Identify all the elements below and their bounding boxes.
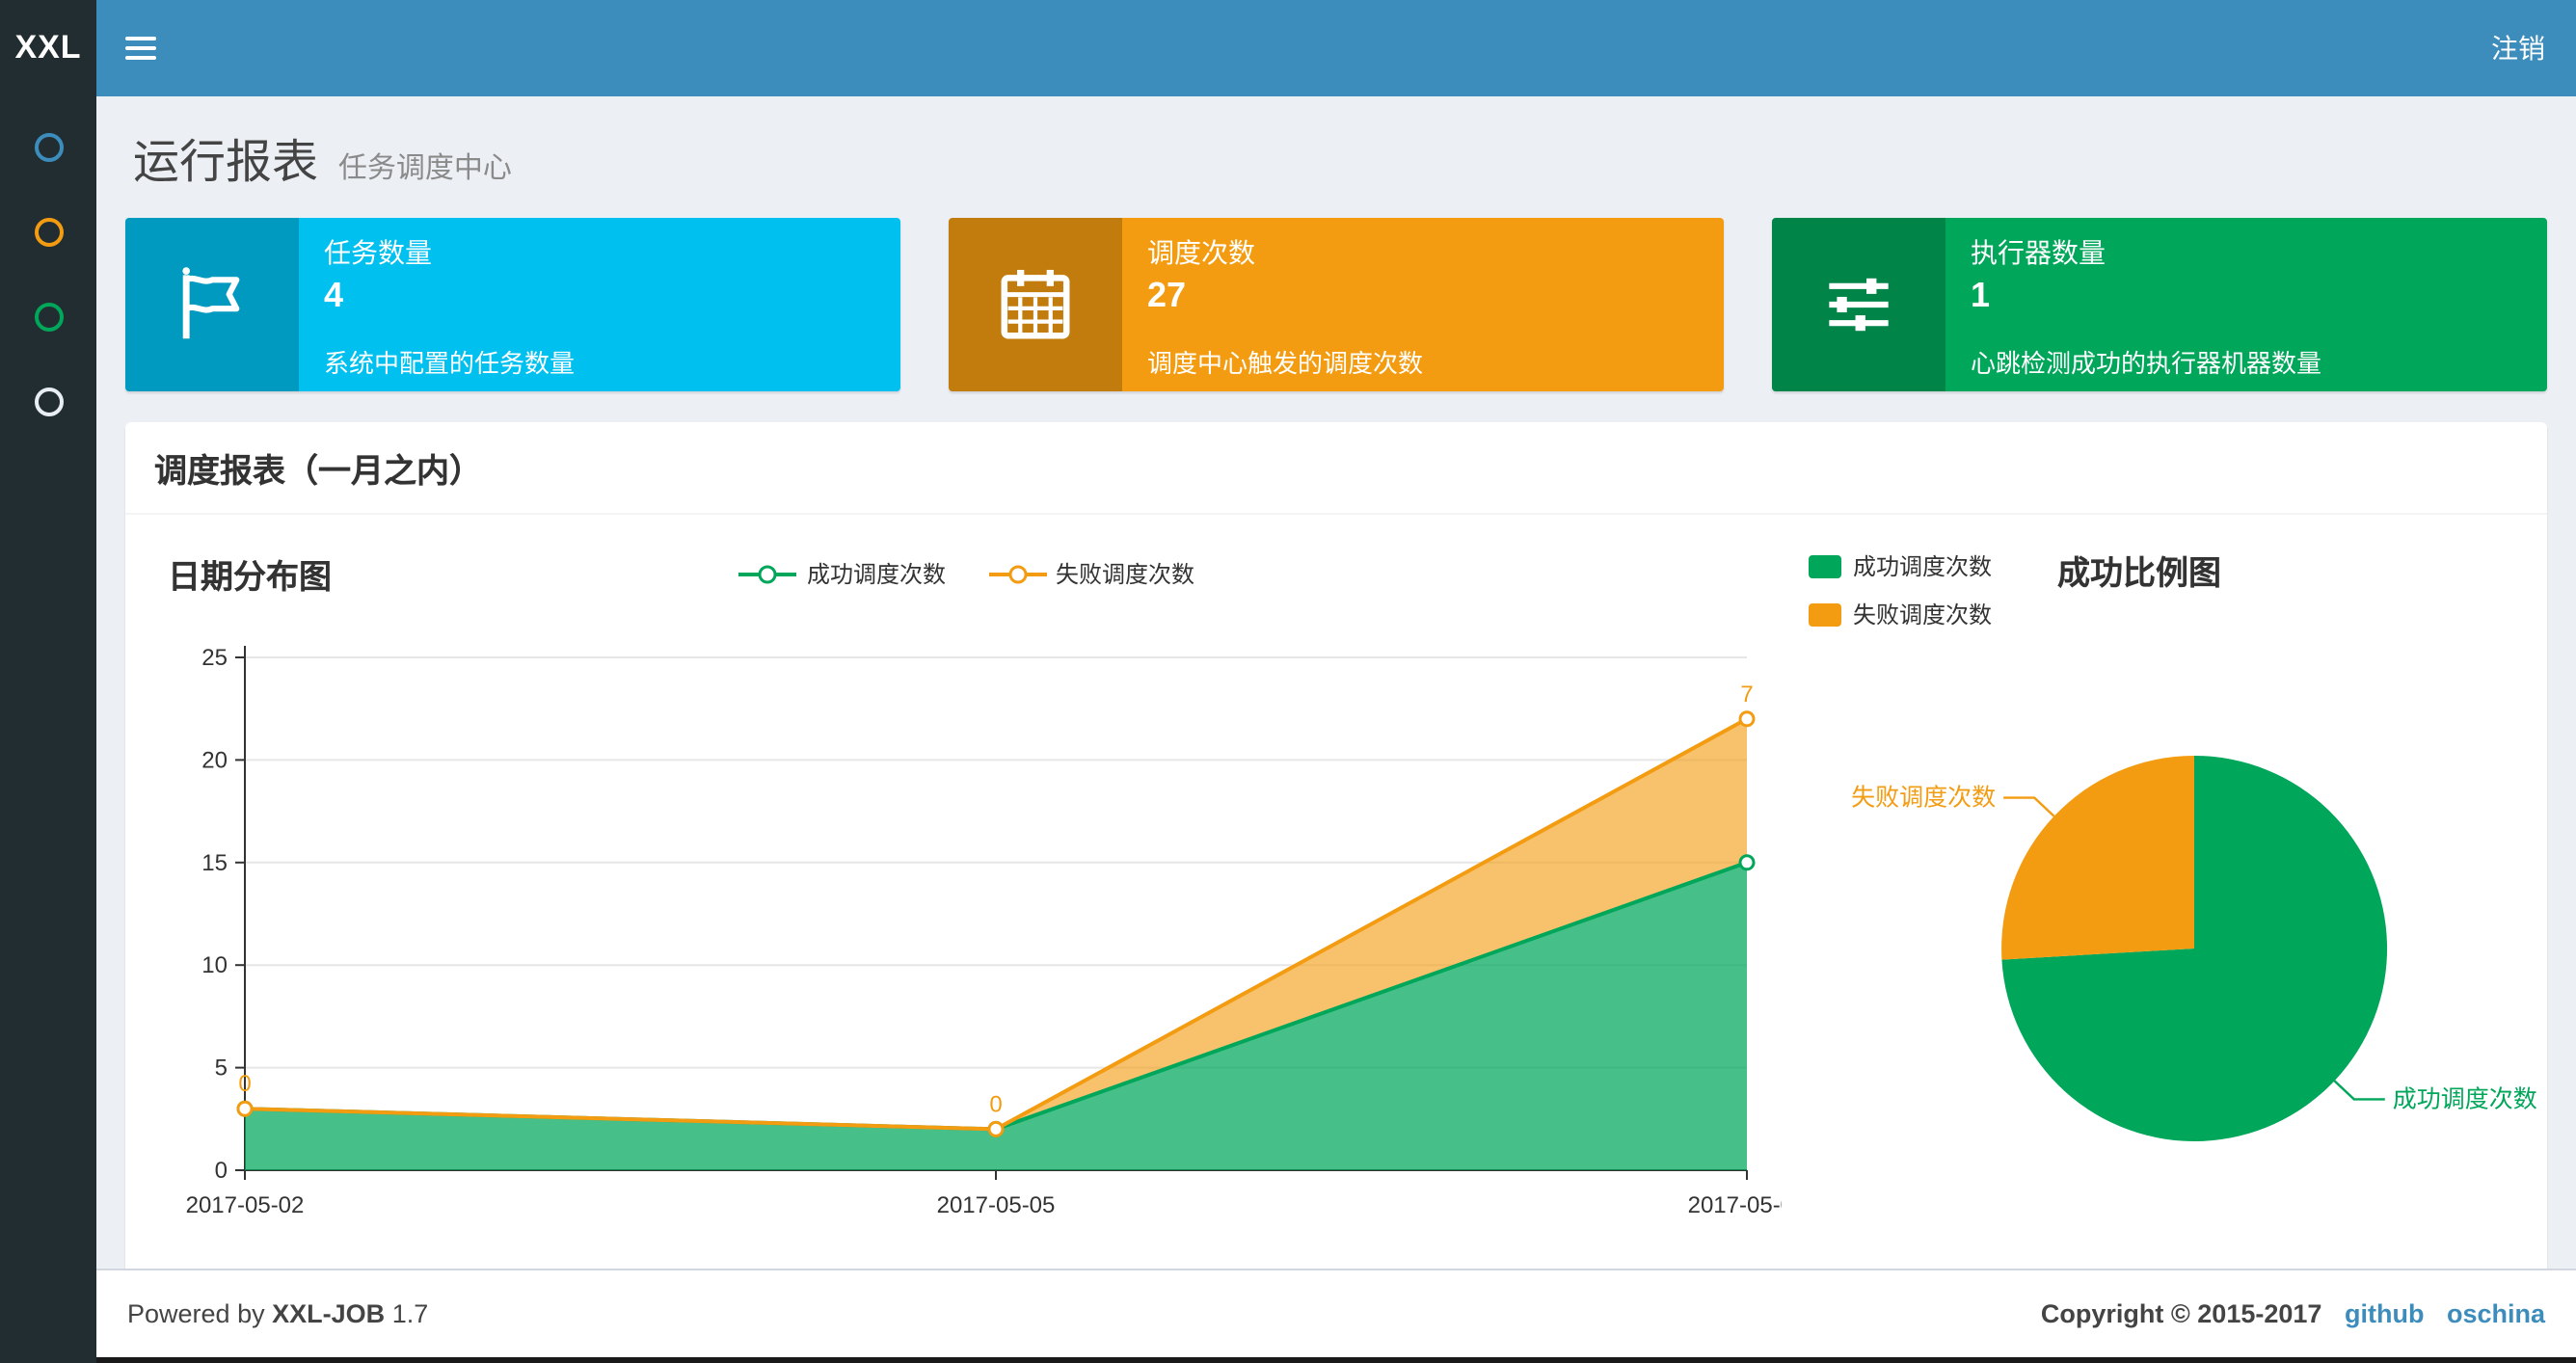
- sidebar-toggle-button[interactable]: [96, 0, 185, 96]
- info-box-trigger-count: 调度次数 27 调度中心触发的调度次数: [949, 218, 1724, 391]
- legend-label: 失败调度次数: [1056, 561, 1195, 588]
- copyright-text: Copyright © 2015-2017 github oschina: [2040, 1299, 2545, 1328]
- svg-text:5: 5: [215, 1056, 228, 1082]
- legend-item-fail[interactable]: 失败调度次数: [988, 557, 1194, 590]
- svg-text:0: 0: [238, 1071, 251, 1097]
- svg-text:10: 10: [201, 952, 228, 978]
- circle-icon: [34, 387, 63, 415]
- circle-icon: [34, 217, 63, 246]
- legend-swatch: [1809, 602, 1841, 626]
- sidebar-item-job-log[interactable]: [0, 274, 96, 359]
- info-box-executor-count: 执行器数量 1 心跳检测成功的执行器机器数量: [1772, 218, 2547, 391]
- info-box-number: 4: [324, 275, 344, 313]
- info-box-job-count: 任务数量 4 系统中配置的任务数量: [125, 218, 900, 391]
- svg-text:失败调度次数: 失败调度次数: [1851, 785, 1996, 812]
- pie-chart-legend: 成功调度次数 失败调度次数: [1809, 546, 1992, 630]
- info-box-content: 调度次数 27 调度中心触发的调度次数: [1122, 218, 1724, 391]
- svg-text:25: 25: [201, 645, 228, 671]
- footer: Powered by XXL-JOB 1.7 Copyright © 2015-…: [96, 1269, 2576, 1357]
- date-distribution-chart: 05101520252017-05-022017-05-052017-05-08…: [186, 645, 1807, 1218]
- info-box-number: 1: [1971, 275, 1991, 313]
- date-distribution-chart-area: 日期分布图 成功调度次数 失败调度次数 0 5 10 15 20 25 2017…: [152, 538, 1807, 1249]
- logout-link[interactable]: 注销: [2460, 0, 2576, 96]
- svg-text:0: 0: [215, 1158, 228, 1184]
- info-box-label: 调度次数: [1147, 236, 1255, 267]
- svg-text:成功调度次数: 成功调度次数: [2393, 1085, 2537, 1112]
- svg-text:7: 7: [1740, 682, 1753, 708]
- svg-text:0: 0: [989, 1091, 1002, 1117]
- sidebar-item-job-manage[interactable]: [0, 189, 96, 274]
- brand-name: XXL-JOB: [272, 1299, 386, 1328]
- pie-chart-header: 成功调度次数 失败调度次数 成功比例图: [1809, 538, 2561, 630]
- flag-icon: [125, 218, 299, 391]
- success-ratio-pie-chart: 成功调度次数 失败调度次数: [1851, 756, 2537, 1141]
- navbar: 注销: [96, 0, 2576, 96]
- svg-text:2017-05-02: 2017-05-02: [186, 1192, 305, 1218]
- summary-info-boxes: 任务数量 4 系统中配置的任务数量 调度次数 27 调度中心触发的调度次数 执行…: [125, 218, 2547, 391]
- top-navbar: XXL 注销: [0, 0, 2576, 96]
- powered-by-text: Powered by XXL-JOB 1.7: [127, 1299, 429, 1328]
- line-marker-icon: [738, 564, 797, 583]
- xxl-job-dashboard: XXL 注销 运行报表 任务调度中心 任务数量 4 系统中配置的任务数量 调度次…: [0, 0, 2576, 1363]
- info-box-description: 调度中心触发的调度次数: [1147, 348, 1424, 377]
- panel-body: 日期分布图 成功调度次数 失败调度次数 0 5 10 15 20 25 2017…: [125, 515, 2547, 1276]
- legend-item-fail[interactable]: 失败调度次数: [1809, 598, 1992, 630]
- success-ratio-chart-area: 成功调度次数 失败调度次数 成功比例图 成功调度次数 失败调度次数: [1782, 538, 2561, 1249]
- svg-text:2017-05-05: 2017-05-05: [937, 1192, 1056, 1218]
- legend-label: 失败调度次数: [1853, 601, 1993, 628]
- app-logo[interactable]: XXL: [0, 0, 96, 96]
- svg-text:15: 15: [201, 850, 228, 876]
- panel-title: 调度报表（一月之内）: [125, 422, 2547, 515]
- svg-text:2017-05-08: 2017-05-08: [1688, 1192, 1782, 1218]
- legend-label: 成功调度次数: [1853, 553, 1993, 580]
- legend-label: 成功调度次数: [806, 561, 946, 588]
- page-subtitle: 任务调度中心: [337, 152, 512, 185]
- pie-chart-title: 成功比例图: [2057, 555, 2222, 592]
- line-marker-icon: [988, 564, 1046, 583]
- oschina-link[interactable]: oschina: [2447, 1299, 2545, 1328]
- version-number: 1.7: [391, 1299, 429, 1328]
- page-header: 运行报表 任务调度中心: [133, 123, 2547, 191]
- page-title: 运行报表: [133, 137, 318, 189]
- sliders-icon: [1772, 218, 1945, 391]
- sidebar: [0, 96, 96, 1363]
- hamburger-icon: [125, 37, 156, 60]
- calendar-icon: [949, 218, 1122, 391]
- main-content: 运行报表 任务调度中心 任务数量 4 系统中配置的任务数量 调度次数 27 调度…: [96, 96, 2576, 1276]
- line-chart-legend: 成功调度次数 失败调度次数: [152, 557, 1782, 590]
- circle-icon: [34, 302, 63, 331]
- legend-item-success[interactable]: 成功调度次数: [1809, 549, 1992, 582]
- legend-swatch: [1809, 554, 1841, 577]
- sidebar-item-help[interactable]: [0, 359, 96, 443]
- svg-text:20: 20: [201, 747, 228, 773]
- info-box-description: 心跳检测成功的执行器机器数量: [1971, 348, 2322, 377]
- circle-icon: [34, 132, 63, 161]
- sidebar-item-dashboard[interactable]: [0, 104, 96, 189]
- window-bottom-edge: [0, 1357, 2576, 1363]
- info-box-label: 任务数量: [324, 236, 432, 267]
- info-box-label: 执行器数量: [1971, 236, 2106, 267]
- info-box-number: 27: [1147, 275, 1187, 313]
- info-box-content: 任务数量 4 系统中配置的任务数量: [299, 218, 900, 391]
- info-box-content: 执行器数量 1 心跳检测成功的执行器机器数量: [1945, 218, 2547, 391]
- schedule-report-panel: 调度报表（一月之内） 日期分布图 成功调度次数 失败调度次数 0 5 10 15…: [125, 422, 2547, 1276]
- line-chart-header: 日期分布图 成功调度次数 失败调度次数: [152, 538, 1782, 611]
- github-link[interactable]: github: [2345, 1299, 2424, 1328]
- legend-item-success[interactable]: 成功调度次数: [738, 557, 946, 590]
- info-box-description: 系统中配置的任务数量: [324, 348, 576, 377]
